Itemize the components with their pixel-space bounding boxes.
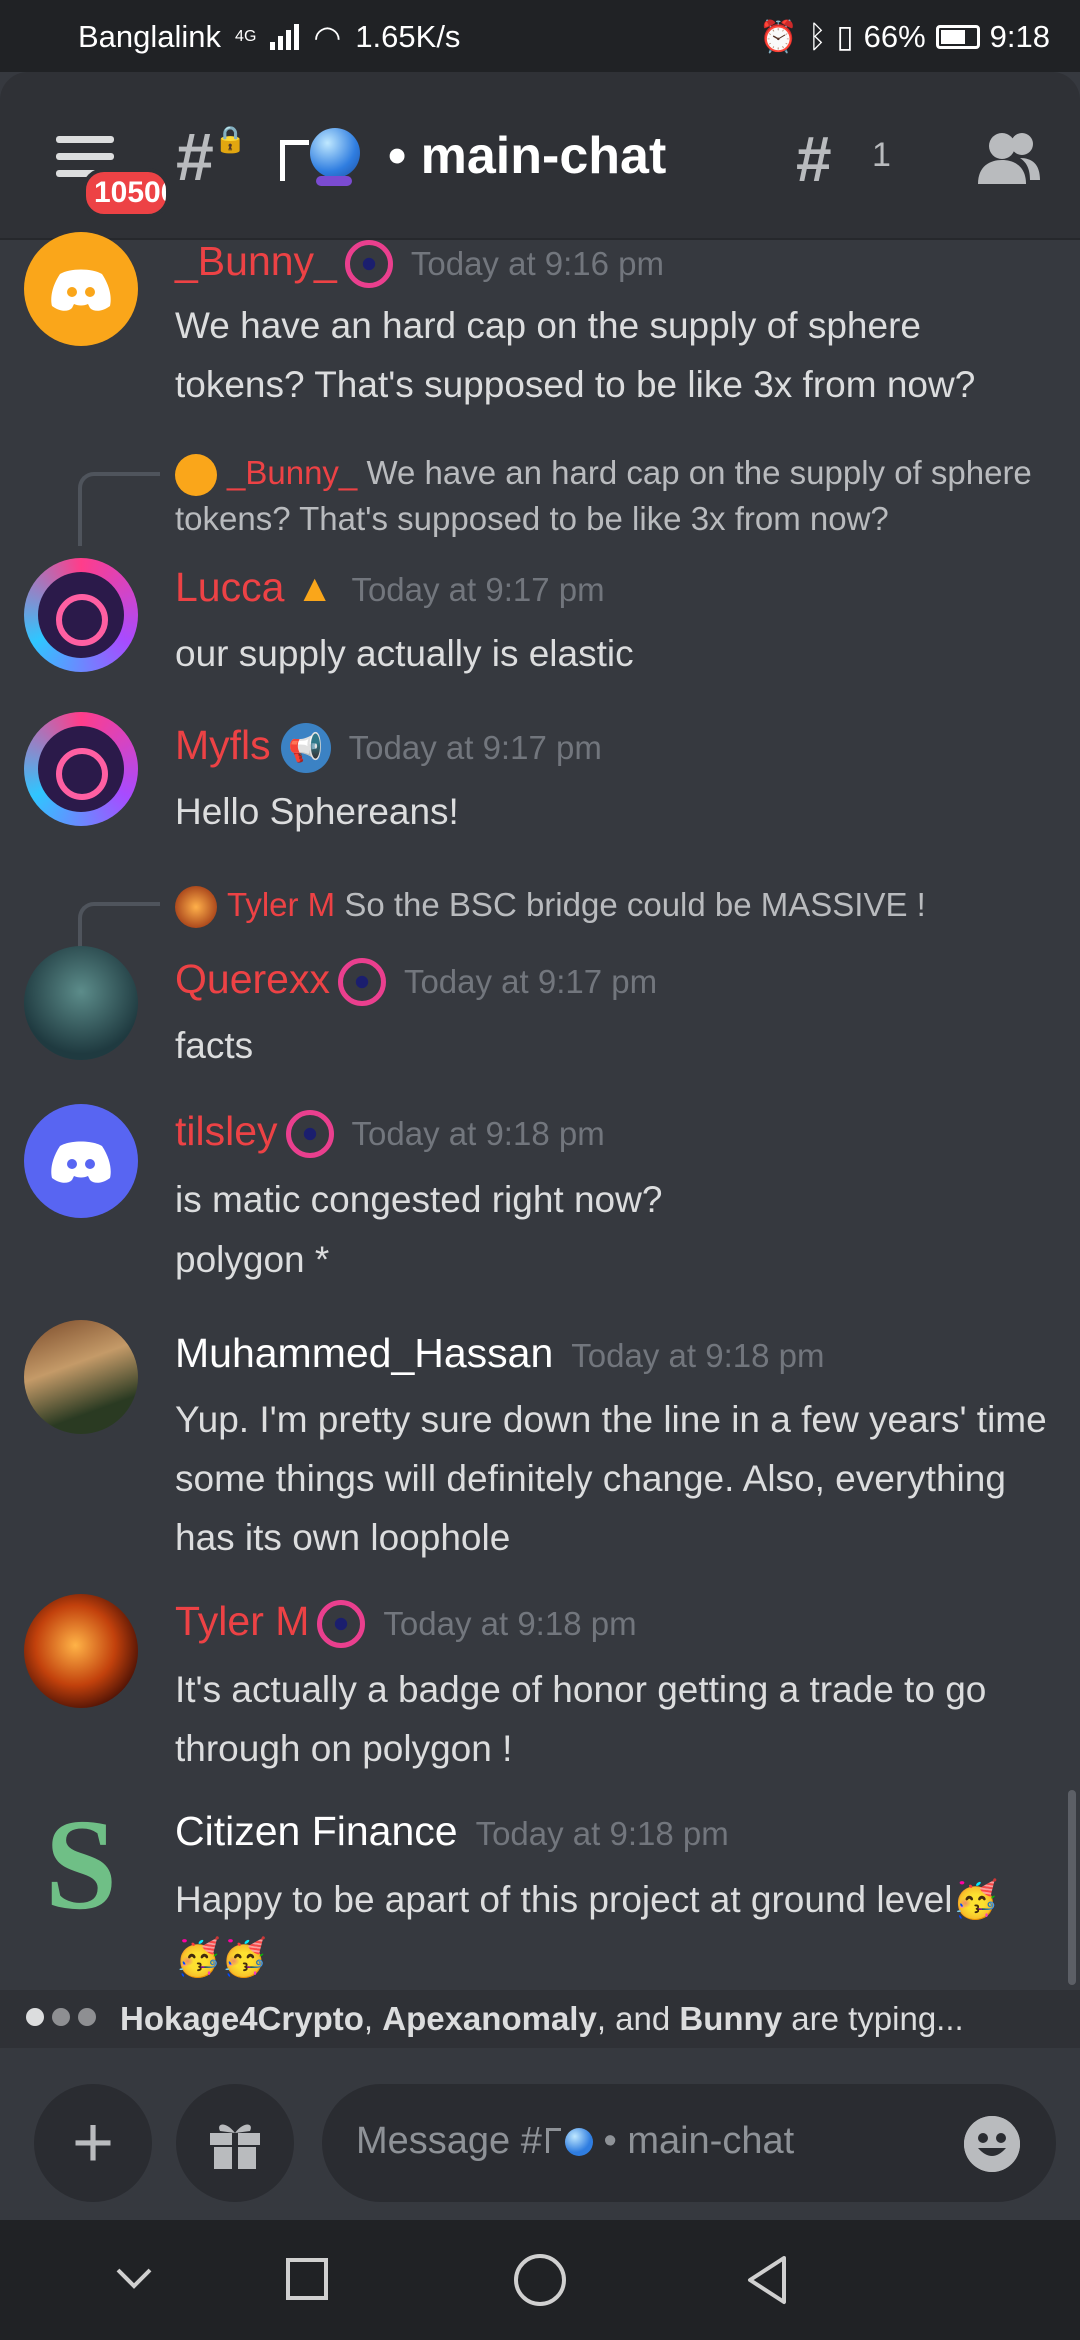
gift-icon bbox=[210, 2124, 260, 2169]
timestamp: Today at 9:18 pm bbox=[475, 1815, 729, 1852]
timestamp: Today at 9:16 pm bbox=[410, 245, 665, 282]
discord-logo-icon bbox=[51, 1141, 111, 1183]
author-name[interactable]: Lucca ▲ Today at 9:17 pm bbox=[175, 564, 605, 611]
avatar[interactable] bbox=[24, 1104, 138, 1218]
threads-icon[interactable]: # bbox=[796, 122, 832, 196]
author-name[interactable]: _Bunny_ Today at 9:16 pm bbox=[175, 238, 665, 289]
timestamp: Today at 9:18 pm bbox=[383, 1605, 637, 1642]
author-name[interactable]: Myfls 📢 Today at 9:17 pm bbox=[175, 722, 602, 774]
channel-hash-icon: # bbox=[176, 119, 214, 195]
message-text: We have an hard cap on the supply of sph… bbox=[175, 305, 976, 405]
author-name[interactable]: Citizen Finance Today at 9:18 pm bbox=[175, 1808, 729, 1855]
network-type: 4G bbox=[235, 28, 257, 45]
system-nav-bar bbox=[0, 2220, 1080, 2340]
author-name[interactable]: tilsley Today at 9:18 pm bbox=[175, 1108, 605, 1159]
timestamp: Today at 9:17 pm bbox=[351, 571, 605, 608]
message-text: It's actually a badge of honor getting a… bbox=[175, 1669, 987, 1769]
chevron-down-icon[interactable] bbox=[114, 2266, 154, 2292]
reply-connector bbox=[78, 472, 160, 546]
message-text: facts bbox=[175, 1025, 254, 1066]
channel-title[interactable]: • main-chat bbox=[388, 126, 666, 186]
recents-icon[interactable] bbox=[286, 2258, 328, 2300]
timestamp: Today at 9:18 pm bbox=[351, 1115, 605, 1152]
role-icon bbox=[317, 1600, 366, 1649]
reply-preview[interactable]: Tyler M So the BSC bridge could be MASSI… bbox=[175, 882, 1055, 929]
timestamp: Today at 9:17 pm bbox=[403, 963, 658, 1000]
timestamp: Today at 9:18 pm bbox=[571, 1337, 825, 1374]
crystal-ball-icon bbox=[564, 2128, 593, 2156]
role-icon bbox=[285, 1110, 334, 1159]
threads-count: 1 bbox=[872, 136, 891, 174]
megaphone-icon: 📢 bbox=[280, 723, 331, 774]
avatar[interactable] bbox=[24, 712, 138, 826]
timestamp: Today at 9:17 pm bbox=[348, 729, 602, 766]
role-icon bbox=[337, 958, 386, 1007]
reply-preview[interactable]: _Bunny_ We have an hard cap on the suppl… bbox=[175, 450, 1055, 542]
author-name[interactable]: Tyler M Today at 9:18 pm bbox=[175, 1598, 637, 1649]
message-placeholder: Message # • main-chat bbox=[356, 2120, 795, 2162]
discord-logo-icon bbox=[51, 269, 111, 311]
citizen-logo-icon: S bbox=[44, 1808, 118, 1922]
avatar[interactable] bbox=[24, 1320, 138, 1434]
scrollbar[interactable] bbox=[1068, 1790, 1076, 1985]
lock-icon: 🔒 bbox=[214, 124, 247, 154]
warning-icon: ▲ bbox=[295, 568, 334, 610]
message-text: Happy to be apart of this project at gro… bbox=[175, 1879, 999, 1920]
reply-avatar bbox=[175, 886, 217, 929]
emoji-icon[interactable] bbox=[964, 2116, 1020, 2172]
message-input[interactable]: Message # • main-chat bbox=[322, 2084, 1056, 2202]
network-speed: 1.65K/s bbox=[355, 19, 461, 54]
avatar[interactable] bbox=[24, 946, 138, 1060]
add-attachment-button[interactable]: + bbox=[34, 2084, 152, 2202]
message-text: Yup. I'm pretty sure down the line in a … bbox=[175, 1399, 1047, 1558]
author-name[interactable]: Querexx Today at 9:17 pm bbox=[175, 956, 658, 1007]
bluetooth-icon: ᛒ bbox=[807, 18, 827, 54]
message-text: Hello Sphereans! bbox=[175, 791, 459, 832]
vibrate-icon: ▯ bbox=[836, 18, 854, 54]
wifi-icon: ◠ bbox=[313, 19, 342, 55]
gift-button[interactable] bbox=[176, 2084, 294, 2202]
typing-indicator: Hokage4Crypto, Apexanomaly, and Bunny ar… bbox=[0, 1990, 1080, 2048]
battery-icon bbox=[935, 24, 980, 49]
avatar[interactable]: S bbox=[24, 1808, 138, 1922]
crystal-ball-icon bbox=[310, 128, 360, 178]
signal-icon bbox=[270, 24, 300, 50]
plus-icon: + bbox=[71, 2103, 115, 2183]
carrier-name: Banglalink bbox=[78, 19, 222, 54]
message-text: polygon * bbox=[175, 1239, 330, 1280]
unread-badge: 10506 bbox=[82, 168, 170, 218]
members-icon[interactable] bbox=[976, 130, 1042, 186]
reply-avatar bbox=[175, 454, 217, 497]
back-icon[interactable] bbox=[744, 2254, 790, 2306]
message-composer: + Message # • main-chat bbox=[0, 2048, 1080, 2220]
message-text: 🥳🥳 bbox=[175, 1937, 268, 1978]
role-icon bbox=[344, 240, 393, 289]
channel-decoration-icon bbox=[280, 140, 309, 181]
clock: 9:18 bbox=[989, 18, 1050, 54]
message-text: our supply actually is elastic bbox=[175, 633, 634, 674]
home-icon[interactable] bbox=[514, 2254, 566, 2306]
channel-header: 10506 # 🔒 • main-chat # 1 bbox=[0, 72, 1080, 240]
crystal-ball-base bbox=[316, 176, 352, 186]
avatar[interactable] bbox=[24, 232, 138, 346]
avatar[interactable] bbox=[24, 558, 138, 672]
status-bar: Banglalink 4G ◠ 1.65K/s ⏰ ᛒ ▯ 66% 9:18 bbox=[0, 0, 1080, 72]
typing-dots-icon bbox=[26, 2008, 96, 2026]
author-name[interactable]: Muhammed_Hassan Today at 9:18 pm bbox=[175, 1330, 824, 1377]
battery-percent: 66% bbox=[863, 18, 926, 54]
message-text: is matic congested right now? bbox=[175, 1179, 663, 1220]
alarm-icon: ⏰ bbox=[759, 19, 798, 54]
avatar[interactable] bbox=[24, 1594, 138, 1708]
